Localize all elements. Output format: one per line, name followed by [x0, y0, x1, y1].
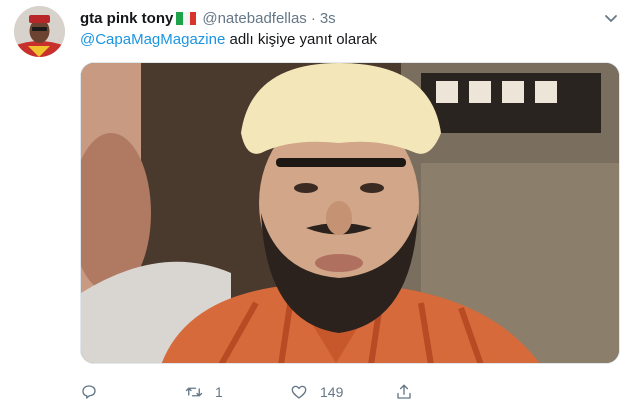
share-icon: [397, 384, 411, 399]
retweet-count: 1: [215, 384, 223, 400]
avatar[interactable]: [14, 6, 65, 57]
tweet-actions: 1 149: [80, 381, 620, 403]
timestamp[interactable]: 3s: [320, 10, 336, 27]
chevron-down-icon[interactable]: [603, 10, 619, 26]
user-handle[interactable]: @natebadfellas: [202, 10, 306, 27]
reply-icon: [82, 385, 96, 399]
reply-context: @CapaMagMagazine adlı kişiye yanıt olara…: [80, 31, 377, 48]
reply-mention-link[interactable]: @CapaMagMagazine: [80, 31, 225, 48]
tweet[interactable]: gta pink tony @natebadfellas · 3s @CapaM…: [0, 0, 635, 407]
share-button[interactable]: [395, 381, 413, 403]
reply-context-text: adlı kişiye yanıt olarak: [225, 31, 378, 48]
display-name[interactable]: gta pink tony: [80, 10, 173, 27]
reply-button[interactable]: [80, 381, 98, 403]
retweet-icon: [185, 387, 203, 397]
italy-flag-icon: [176, 11, 197, 25]
tweet-media-image[interactable]: [80, 62, 620, 364]
heart-icon: [291, 385, 307, 399]
like-count: 149: [320, 384, 344, 400]
retweet-button[interactable]: 1: [185, 381, 223, 403]
tweet-header: gta pink tony @natebadfellas · 3s: [80, 8, 336, 28]
separator-dot: ·: [310, 9, 316, 27]
like-button[interactable]: 149: [290, 381, 343, 403]
